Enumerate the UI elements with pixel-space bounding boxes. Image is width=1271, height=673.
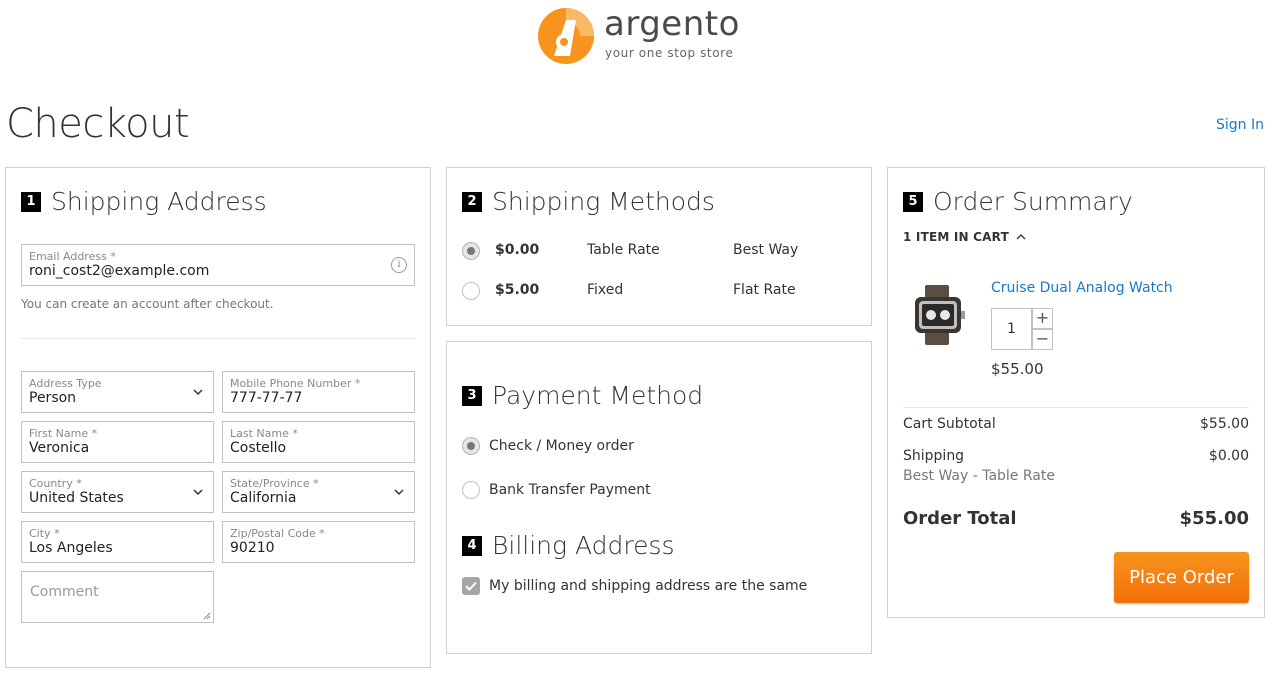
country-select[interactable]: Country * United States — [21, 471, 214, 513]
step-number: 5 — [903, 191, 923, 212]
first-name-value: Veronica — [29, 440, 90, 456]
shipping-radio[interactable] — [462, 242, 480, 260]
shipping-radio[interactable] — [462, 282, 480, 300]
product-name-link[interactable]: Cruise Dual Analog Watch — [991, 280, 1173, 296]
billing-address-header: 4 Billing Address — [462, 531, 675, 560]
shipping-value: $0.00 — [1208, 448, 1249, 464]
zip-field[interactable]: Zip/Postal Code * 90210 — [222, 521, 415, 563]
place-order-button[interactable]: Place Order — [1114, 552, 1249, 603]
items-in-cart-label: 1 ITEM IN CART — [903, 230, 1009, 244]
city-value: Los Angeles — [29, 540, 113, 556]
sign-in-link[interactable]: Sign In — [1216, 117, 1264, 133]
section-title: Billing Address — [492, 531, 675, 560]
resize-grip-icon[interactable] — [203, 612, 211, 620]
chevron-down-icon — [394, 489, 404, 496]
section-title: Payment Method — [492, 381, 704, 410]
last-name-value: Costello — [230, 440, 287, 456]
quantity-input[interactable]: 1 — [991, 308, 1032, 350]
shipping-carrier: Best Way — [733, 242, 799, 258]
chevron-down-icon — [193, 389, 203, 396]
email-hint: You can create an account after checkout… — [21, 297, 274, 311]
country-label: Country * — [29, 477, 82, 490]
zip-label: Zip/Postal Code * — [230, 527, 325, 540]
shipping-method-summary: Best Way - Table Rate — [903, 468, 1055, 484]
shipping-price: $0.00 — [495, 242, 540, 258]
shipping-address-header: 1 Shipping Address — [21, 187, 267, 216]
qty-decrease-button[interactable]: − — [1032, 329, 1053, 350]
address-type-value: Person — [29, 390, 77, 406]
comment-textarea[interactable]: Comment — [21, 571, 214, 623]
order-total-value: $55.00 — [1179, 508, 1249, 529]
state-value: California — [230, 490, 297, 506]
shipping-methods-header: 2 Shipping Methods — [462, 187, 715, 216]
payment-radio[interactable] — [462, 437, 480, 455]
same-address-checkbox[interactable] — [462, 577, 480, 595]
address-type-label: Address Type — [29, 377, 102, 390]
payment-label: Bank Transfer Payment — [489, 482, 651, 498]
shipping-price: $5.00 — [495, 282, 540, 298]
brand-tagline: your one stop store — [605, 46, 734, 60]
shipping-method: Table Rate — [587, 242, 660, 258]
argento-logo-mark — [538, 8, 594, 64]
last-name-label: Last Name * — [230, 427, 298, 440]
chevron-down-icon — [193, 489, 203, 496]
cart-subtotal-value: $55.00 — [1200, 416, 1249, 432]
payment-label: Check / Money order — [489, 438, 634, 454]
mobile-phone-value: 777-77-77 — [230, 390, 303, 406]
zip-value: 90210 — [230, 540, 275, 556]
payment-method-header: 3 Payment Method — [462, 381, 703, 410]
section-title: Shipping Methods — [492, 187, 715, 216]
qty-increase-button[interactable]: + — [1032, 308, 1053, 329]
email-value: roni_cost2@example.com — [29, 263, 210, 279]
mobile-phone-label: Mobile Phone Number * — [230, 377, 361, 390]
order-summary-header: 5 Order Summary — [903, 187, 1133, 216]
shipping-method: Fixed — [587, 282, 624, 298]
divider — [21, 338, 415, 339]
country-value: United States — [29, 490, 124, 506]
chevron-up-icon — [1016, 234, 1026, 240]
first-name-label: First Name * — [29, 427, 98, 440]
order-total-label: Order Total — [903, 508, 1017, 529]
step-number: 1 — [21, 191, 41, 212]
checkmark-icon — [465, 581, 477, 591]
cart-subtotal-label: Cart Subtotal — [903, 416, 996, 432]
page-title: Checkout — [6, 101, 190, 147]
watch-image[interactable] — [911, 283, 971, 347]
items-in-cart-toggle[interactable]: 1 ITEM IN CART — [903, 230, 1026, 244]
info-icon[interactable]: i — [391, 257, 407, 273]
divider — [903, 407, 1249, 408]
address-type-select[interactable]: Address Type Person — [21, 371, 214, 413]
step-number: 4 — [462, 535, 482, 556]
last-name-field[interactable]: Last Name * Costello — [222, 421, 415, 463]
mobile-phone-field[interactable]: Mobile Phone Number * 777-77-77 — [222, 371, 415, 413]
step-number: 2 — [462, 191, 482, 212]
state-select[interactable]: State/Province * California — [222, 471, 415, 513]
city-label: City * — [29, 527, 60, 540]
brand-logo[interactable]: argento your one stop store — [536, 4, 739, 66]
shipping-carrier: Flat Rate — [733, 282, 796, 298]
product-price: $55.00 — [991, 360, 1044, 378]
shipping-label: Shipping — [903, 448, 965, 464]
step-number: 3 — [462, 385, 482, 406]
email-field[interactable]: Email Address * roni_cost2@example.com i — [21, 244, 415, 286]
payment-radio[interactable] — [462, 481, 480, 499]
same-address-label: My billing and shipping address are the … — [489, 578, 808, 594]
city-field[interactable]: City * Los Angeles — [21, 521, 214, 563]
first-name-field[interactable]: First Name * Veronica — [21, 421, 214, 463]
brand-name: argento — [604, 4, 740, 44]
state-label: State/Province * — [230, 477, 319, 490]
comment-placeholder: Comment — [30, 584, 99, 600]
section-title: Shipping Address — [51, 187, 267, 216]
section-title: Order Summary — [933, 187, 1133, 216]
email-label: Email Address * — [29, 250, 116, 263]
